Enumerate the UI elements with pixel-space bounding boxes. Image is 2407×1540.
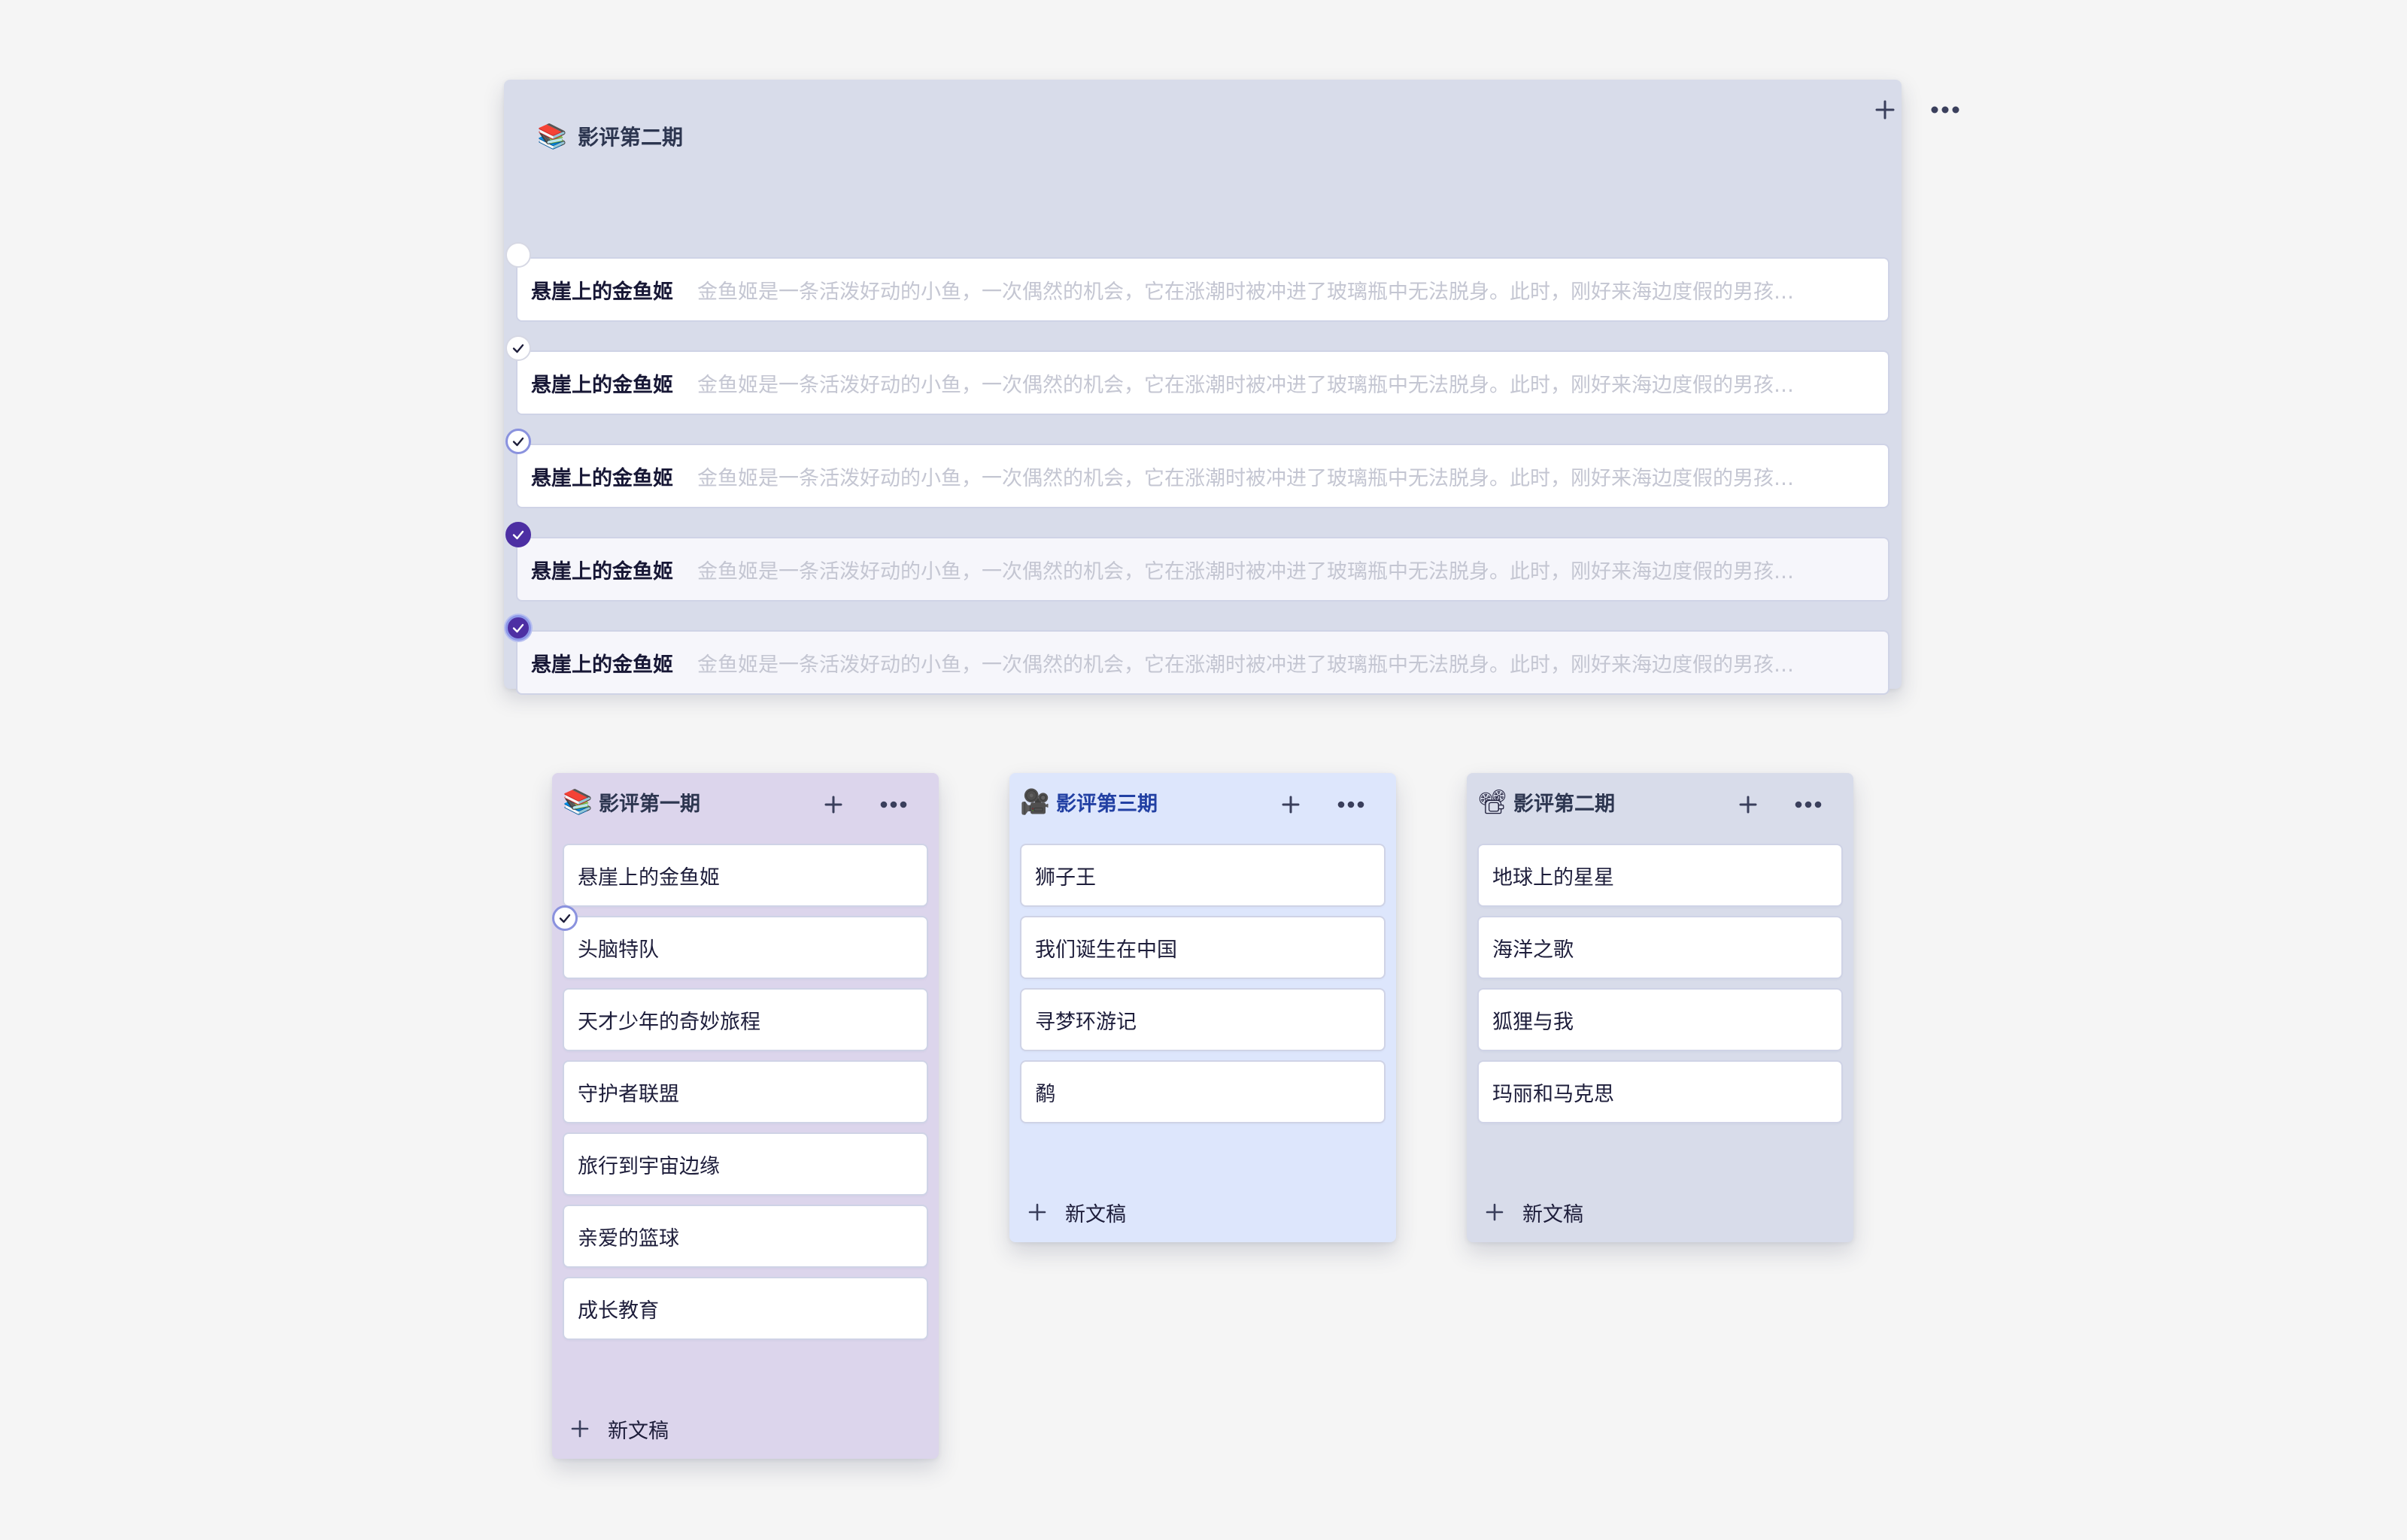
new-doc-label: 新文稿 (1065, 1202, 1126, 1226)
books-icon: 📚 (563, 787, 593, 816)
card-title: 旅行到宇宙边缘 (578, 1154, 720, 1178)
doc-summary: 金鱼姬是一条活泼好动的小鱼，一次偶然的机会，它在涨潮时被冲进了玻璃瓶中无法脱身。… (697, 373, 1794, 397)
new-doc-button[interactable]: 新文稿 (1485, 1196, 1583, 1229)
movie-camera-icon: 🎥 (1020, 787, 1050, 816)
panel-header: 📚 影评第二期 (537, 110, 683, 162)
select-checkbox[interactable] (552, 905, 578, 931)
plus-icon (1739, 796, 1757, 814)
card-title: 头脑特队 (578, 938, 659, 962)
check-icon (559, 914, 571, 923)
select-checkbox[interactable] (505, 335, 531, 361)
add-button[interactable] (1864, 89, 1906, 131)
doc-card[interactable]: 狐狸与我 (1479, 990, 1841, 1050)
more-button[interactable] (1924, 89, 1966, 131)
select-checkbox[interactable] (505, 429, 531, 454)
plus-icon (1282, 796, 1300, 814)
card-title: 寻梦环游记 (1035, 1010, 1137, 1034)
doc-card[interactable]: 寻梦环游记 (1021, 990, 1384, 1050)
column-title: 影评第一期 (599, 792, 700, 816)
select-checkbox[interactable] (505, 242, 531, 268)
add-button[interactable] (1270, 784, 1312, 826)
doc-summary: 金鱼姬是一条活泼好动的小鱼，一次偶然的机会，它在涨潮时被冲进了玻璃瓶中无法脱身。… (697, 559, 1794, 584)
doc-title: 悬崖上的金鱼姬 (531, 466, 673, 490)
doc-row[interactable]: 悬崖上的金鱼姬 金鱼姬是一条活泼好动的小鱼，一次偶然的机会，它在涨潮时被冲进了玻… (505, 335, 1888, 414)
new-doc-label: 新文稿 (608, 1419, 669, 1443)
select-checkbox[interactable] (505, 615, 531, 641)
column-title: 影评第三期 (1056, 792, 1158, 816)
more-icon (880, 801, 907, 808)
check-icon (512, 530, 524, 540)
more-icon (1931, 106, 1959, 114)
doc-title: 悬崖上的金鱼姬 (531, 373, 673, 397)
card-title: 狐狸与我 (1492, 1010, 1574, 1034)
doc-card[interactable]: 守护者联盟 (564, 1062, 927, 1122)
doc-card[interactable]: 旅行到宇宙边缘 (564, 1134, 927, 1194)
doc-row[interactable]: 悬崖上的金鱼姬 金鱼姬是一条活泼好动的小鱼，一次偶然的机会，它在涨潮时被冲进了玻… (505, 615, 1888, 693)
doc-row[interactable]: 悬崖上的金鱼姬 金鱼姬是一条活泼好动的小鱼，一次偶然的机会，它在涨潮时被冲进了玻… (505, 522, 1888, 600)
column-header: 🎥 影评第三期 (1020, 787, 1158, 817)
doc-title: 悬崖上的金鱼姬 (531, 559, 673, 584)
doc-summary: 金鱼姬是一条活泼好动的小鱼，一次偶然的机会，它在涨潮时被冲进了玻璃瓶中无法脱身。… (697, 653, 1794, 677)
doc-card[interactable]: 海洋之歌 (1479, 917, 1841, 978)
more-icon (1795, 801, 1822, 808)
column-issue-1: 📚 影评第一期 悬崖上的金鱼姬 头脑特队 天才少年的奇妙旅程 守护者联盟 旅行到… (552, 773, 939, 1459)
card-title: 鹬 (1035, 1082, 1055, 1106)
card-title: 天才少年的奇妙旅程 (578, 1010, 760, 1034)
new-doc-button[interactable]: 新文稿 (570, 1412, 669, 1445)
check-icon (512, 437, 524, 447)
new-doc-label: 新文稿 (1522, 1202, 1583, 1226)
column-title: 影评第二期 (1513, 792, 1615, 816)
plus-icon (824, 796, 842, 814)
doc-card[interactable]: 玛丽和马克思 (1479, 1062, 1841, 1122)
column-header: 📽 影评第二期 (1477, 787, 1615, 817)
card-title: 地球上的星星 (1492, 865, 1614, 890)
add-button[interactable] (1727, 784, 1769, 826)
select-checkbox[interactable] (505, 522, 531, 547)
doc-card[interactable]: 我们诞生在中国 (1021, 917, 1384, 978)
doc-card[interactable]: 成长教育 (564, 1278, 927, 1338)
doc-card[interactable]: 鹬 (1021, 1062, 1384, 1122)
more-button[interactable] (873, 784, 915, 826)
plus-icon (1486, 1203, 1504, 1221)
doc-card[interactable]: 悬崖上的金鱼姬 (564, 845, 927, 905)
column-issue-2: 📽 影评第二期 地球上的星星 海洋之歌 狐狸与我 玛丽和马克思 新文稿 (1467, 773, 1853, 1242)
check-icon (512, 623, 524, 633)
doc-card[interactable]: 天才少年的奇妙旅程 (564, 990, 927, 1050)
plus-icon (1875, 100, 1895, 120)
doc-row[interactable]: 悬崖上的金鱼姬 金鱼姬是一条活泼好动的小鱼，一次偶然的机会，它在涨潮时被冲进了玻… (505, 242, 1888, 320)
card-title: 狮子王 (1035, 865, 1096, 890)
plus-icon (1028, 1203, 1046, 1221)
doc-row[interactable]: 悬崖上的金鱼姬 金鱼姬是一条活泼好动的小鱼，一次偶然的机会，它在涨潮时被冲进了玻… (505, 429, 1888, 507)
group-panel-top: 📚 影评第二期 悬崖上的金鱼姬 金鱼姬是一条活泼好动的小鱼，一次偶然的机会，它在… (504, 80, 1959, 693)
panel-title: 影评第二期 (578, 125, 684, 150)
doc-summary: 金鱼姬是一条活泼好动的小鱼，一次偶然的机会，它在涨潮时被冲进了玻璃瓶中无法脱身。… (697, 280, 1794, 304)
more-button[interactable] (1330, 784, 1372, 826)
doc-card[interactable]: 地球上的星星 (1479, 845, 1841, 905)
film-projector-icon: 📽 (1477, 787, 1508, 816)
card-title: 守护者联盟 (578, 1082, 679, 1106)
check-icon (512, 344, 524, 353)
plus-icon (571, 1420, 589, 1438)
column-header: 📚 影评第一期 (563, 787, 700, 817)
doc-card[interactable]: 亲爱的篮球 (564, 1206, 927, 1266)
card-title: 成长教育 (578, 1299, 659, 1323)
card-title: 悬崖上的金鱼姬 (578, 865, 720, 890)
doc-title: 悬崖上的金鱼姬 (531, 653, 673, 677)
new-doc-button[interactable]: 新文稿 (1027, 1196, 1126, 1229)
card-title: 我们诞生在中国 (1035, 938, 1177, 962)
more-icon (1337, 801, 1364, 808)
more-button[interactable] (1787, 784, 1829, 826)
card-title: 玛丽和马克思 (1492, 1082, 1614, 1106)
card-title: 亲爱的篮球 (578, 1226, 679, 1250)
doc-summary: 金鱼姬是一条活泼好动的小鱼，一次偶然的机会，它在涨潮时被冲进了玻璃瓶中无法脱身。… (697, 466, 1794, 490)
books-icon: 📚 (537, 122, 567, 150)
doc-card[interactable]: 狮子王 (1021, 845, 1384, 905)
doc-title: 悬崖上的金鱼姬 (531, 280, 673, 304)
doc-card[interactable]: 头脑特队 (552, 905, 927, 978)
add-button[interactable] (812, 784, 854, 826)
column-issue-3: 🎥 影评第三期 狮子王 我们诞生在中国 寻梦环游记 鹬 新文稿 (1009, 773, 1396, 1242)
card-title: 海洋之歌 (1492, 938, 1574, 962)
